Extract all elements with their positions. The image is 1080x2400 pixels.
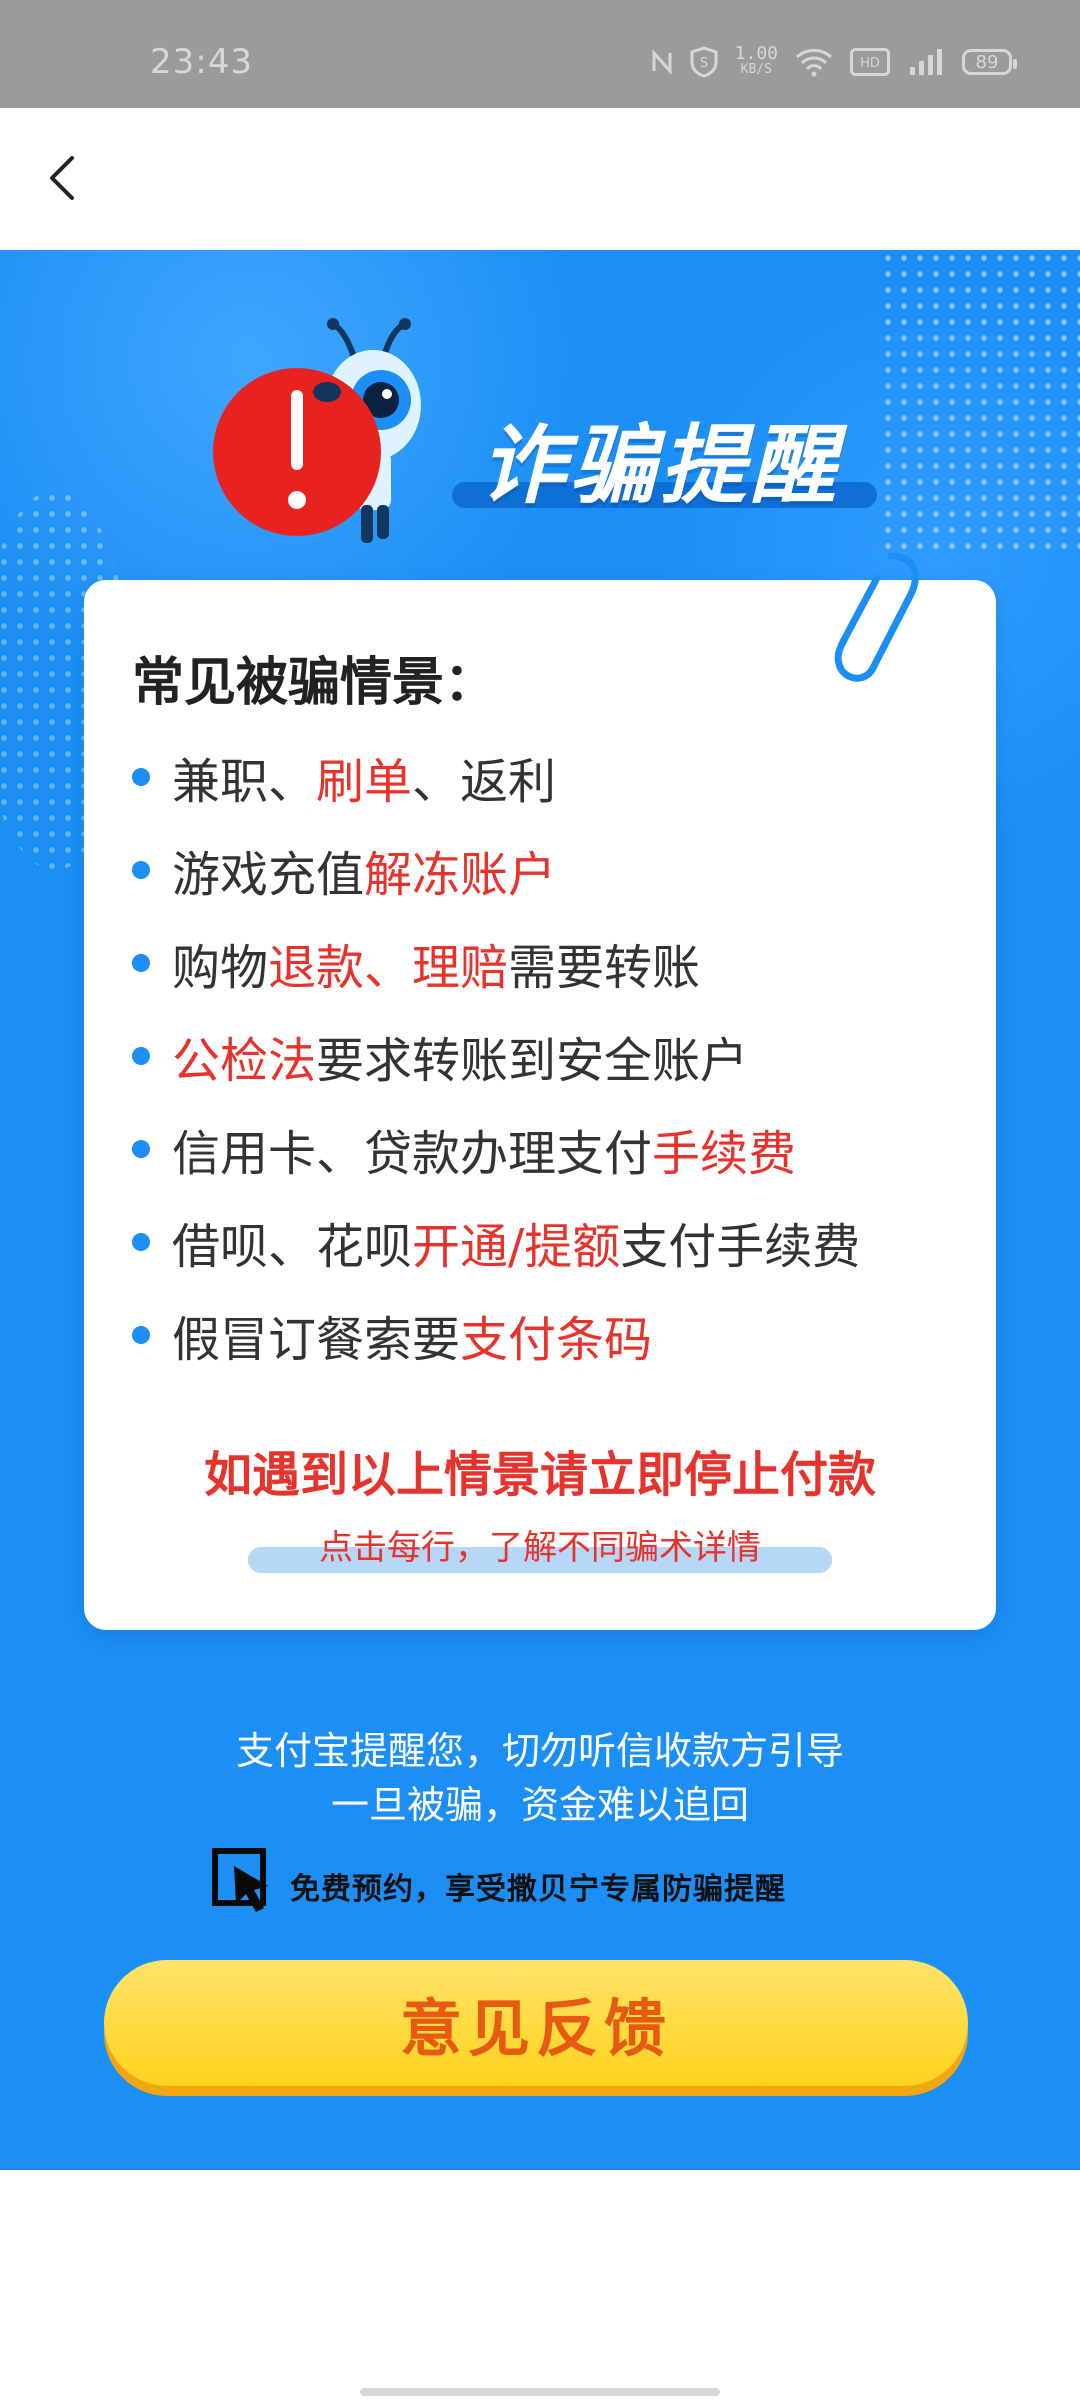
scenario-text: 购物 bbox=[172, 939, 269, 996]
scenario-text: 支付手续费 bbox=[620, 1218, 861, 1275]
scenario-card: 常见被骗情景： 兼职、 刷单 、返利 游戏充值 解冻账户 购物 退款、理赔 需要转账 公检法 要求… bbox=[84, 580, 996, 1630]
scenario-keyword: 公检法 bbox=[172, 1032, 317, 1089]
top-nav-bar bbox=[0, 108, 1080, 250]
paperclip-icon bbox=[834, 552, 919, 682]
scenario-text: 信用卡、贷款办理支付 bbox=[172, 1125, 653, 1182]
reminder-line-1: 支付宝提醒您，切勿听信收款方引导 bbox=[235, 1729, 844, 1773]
card-title: 常见被骗情景： bbox=[132, 653, 497, 713]
scenario-text: 、返利 bbox=[412, 753, 557, 810]
back-arrow-icon[interactable] bbox=[36, 148, 96, 208]
scenario-keyword: 刷单 bbox=[316, 753, 413, 810]
bullet-dot-icon bbox=[132, 860, 150, 879]
battery-icon: 89 bbox=[962, 49, 1017, 75]
hint-text[interactable]: 点击每行，了解不同骗术详情 bbox=[84, 1520, 996, 1569]
network-speed-unit: KB/S bbox=[740, 62, 772, 77]
scenario-text: 兼职、 bbox=[172, 753, 317, 810]
scenario-text: 假冒订餐索要 bbox=[172, 1311, 461, 1368]
scenario-item[interactable]: 假冒订餐索要 支付条码 bbox=[132, 1288, 860, 1381]
status-time: 23:43 bbox=[150, 42, 253, 82]
status-bar: 23:43 S 1.00 KB/S HD 89 bbox=[0, 0, 1080, 108]
network-speed-value: 1.00 bbox=[734, 43, 778, 64]
scenario-item[interactable]: 兼职、 刷单 、返利 bbox=[132, 730, 860, 823]
status-icons: S 1.00 KB/S HD 89 bbox=[651, 43, 1017, 78]
home-indicator[interactable] bbox=[360, 2388, 720, 2396]
bullet-dot-icon bbox=[132, 1232, 150, 1251]
mascot-alert-icon bbox=[213, 318, 421, 543]
battery-level: 89 bbox=[975, 51, 999, 73]
booking-link[interactable]: 免费预约，享受撒贝宁专属防骗提醒 bbox=[290, 1864, 786, 1908]
scenario-text: 借呗、花呗 bbox=[172, 1218, 413, 1275]
scenario-keyword: 开通/提额 bbox=[412, 1218, 621, 1275]
bullet-dot-icon bbox=[132, 1139, 150, 1158]
scenario-list: 兼职、 刷单 、返利 游戏充值 解冻账户 购物 退款、理赔 需要转账 公检法 要求转账到安全账户信… bbox=[132, 730, 860, 1381]
bullet-dot-icon bbox=[132, 953, 150, 972]
shield-icon: S bbox=[690, 46, 718, 78]
scenario-text: 需要转账 bbox=[508, 939, 701, 996]
scenario-text: 游戏充值 bbox=[172, 846, 365, 903]
svg-text:S: S bbox=[700, 56, 708, 71]
bullet-dot-icon bbox=[132, 1325, 150, 1344]
fraud-alert-banner: 诈骗提醒 常见被骗情景： 兼职、 刷单 、返利 游戏充值 解冻账户 购物 退款、理赔 需要转账… bbox=[0, 250, 1080, 2170]
scenario-text: 要求转账到安全账户 bbox=[316, 1032, 749, 1089]
svg-text:HD: HD bbox=[860, 56, 880, 71]
scenario-keyword: 手续费 bbox=[652, 1125, 797, 1182]
stop-payment-warning: 如遇到以上情景请立即停止付款 bbox=[203, 1447, 876, 1503]
reminder-line-2: 一旦被骗，资金难以追回 bbox=[330, 1783, 749, 1827]
wifi-icon bbox=[795, 48, 833, 77]
network-speed: 1.00 KB/S bbox=[734, 43, 778, 78]
scenario-item[interactable]: 游戏充值 解冻账户 bbox=[132, 823, 860, 916]
page-title: 诈骗提醒 bbox=[480, 416, 840, 516]
cursor-click-icon bbox=[212, 1848, 268, 1912]
scenario-item[interactable]: 公检法 要求转账到安全账户 bbox=[132, 1009, 860, 1102]
scenario-item[interactable]: 购物 退款、理赔 需要转账 bbox=[132, 916, 860, 1009]
signal-icon bbox=[910, 49, 942, 75]
scenario-keyword: 解冻账户 bbox=[364, 846, 557, 903]
hd-icon: HD bbox=[850, 48, 890, 76]
nfc-icon bbox=[652, 49, 672, 75]
scenario-item[interactable]: 信用卡、贷款办理支付 手续费 bbox=[132, 1102, 860, 1195]
dot-pattern bbox=[880, 250, 1080, 550]
feedback-button[interactable]: 意见反馈 bbox=[104, 1960, 968, 2086]
scenario-keyword: 退款、理赔 bbox=[268, 939, 509, 996]
bullet-dot-icon bbox=[132, 1046, 150, 1065]
scenario-item[interactable]: 借呗、花呗 开通/提额 支付手续费 bbox=[132, 1195, 860, 1288]
bullet-dot-icon bbox=[132, 767, 150, 786]
scenario-keyword: 支付条码 bbox=[460, 1311, 653, 1368]
